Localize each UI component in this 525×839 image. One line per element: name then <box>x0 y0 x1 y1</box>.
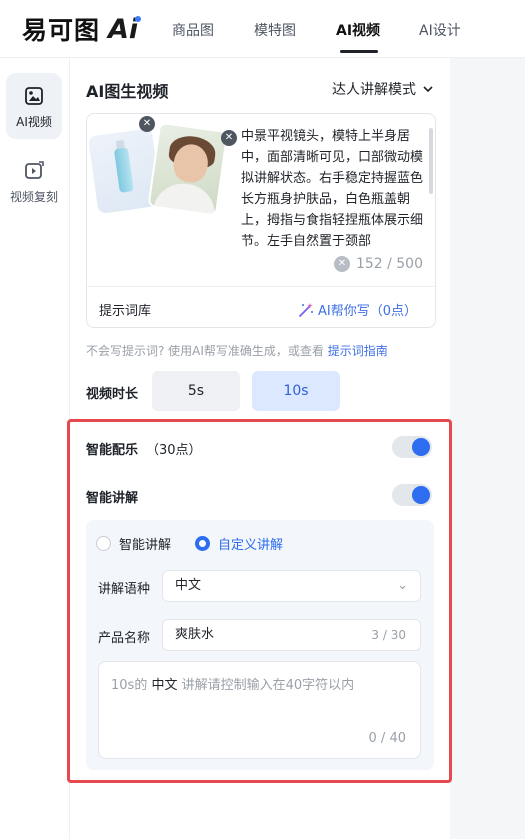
top-navbar: 易可图 Ai 商品图 模特图 AI视频 AI设计 <box>0 0 525 58</box>
chevron-down-icon <box>423 86 433 93</box>
nav-tab-ai-video[interactable]: AI视频 <box>336 20 380 40</box>
counter-text: 152 / 500 <box>355 256 423 272</box>
sidebar-item-label: AI视频 <box>16 115 52 129</box>
nav-tab-model-image[interactable]: 模特图 <box>254 20 296 40</box>
logo-text: 易可图 <box>22 16 101 45</box>
hint-text: 不会写提示词? 使用AI帮写准确生成，或查看 <box>86 344 324 358</box>
ai-write-label: AI帮你写（0点） <box>318 304 417 319</box>
prompt-hint: 不会写提示词? 使用AI帮写准确生成，或查看 提示词指南 <box>86 342 388 359</box>
prompt-guide-link[interactable]: 提示词指南 <box>328 344 388 358</box>
highlight-frame <box>67 419 452 783</box>
preview-area <box>450 58 525 839</box>
mode-value: 达人讲解模式 <box>332 82 416 98</box>
remove-product-icon[interactable]: ✕ <box>139 116 155 132</box>
duration-5s-button[interactable]: 5s <box>152 371 240 411</box>
nav-tab-ai-design[interactable]: AI设计 <box>419 20 461 40</box>
prompt-scrollbar[interactable] <box>429 128 433 194</box>
sidebar-item-ai-video[interactable]: AI视频 <box>6 73 62 139</box>
prompt-library-link[interactable]: 提示词库 <box>99 300 151 319</box>
prompt-textarea[interactable]: 中景平视镜头，模特上半身居中，面部清晰可见，口部微动模拟讲解状态。右手稳定持握蓝… <box>241 126 427 252</box>
duration-10s-button[interactable]: 10s <box>252 371 340 411</box>
clear-icon[interactable]: ✕ <box>333 256 350 272</box>
divider <box>87 286 435 287</box>
remove-model-icon[interactable]: ✕ <box>221 130 237 146</box>
video-copy-icon <box>25 161 44 179</box>
logo[interactable]: 易可图 Ai <box>22 13 142 45</box>
sidebar-item-label: 视频复刻 <box>9 190 58 204</box>
sidebar-item-video-copy[interactable]: 视频复刻 <box>6 148 62 214</box>
bottle <box>113 147 134 193</box>
nav-tab-product-image[interactable]: 商品图 <box>172 20 214 40</box>
logo-ai-mark: Ai <box>108 13 142 45</box>
model-shoulder <box>151 179 219 217</box>
magic-wand-icon <box>299 302 313 317</box>
ai-write-button[interactable]: AI帮你写（0点） <box>298 300 417 319</box>
model-thumbnail[interactable] <box>147 121 229 217</box>
image-video-icon <box>25 87 43 105</box>
sidebar: AI视频 视频复刻 <box>0 58 70 839</box>
active-tab-indicator <box>340 50 378 53</box>
prompt-box: ✕ ✕ 中景平视镜头，模特上半身居中，面部清晰可见，口部微动模拟讲解状态。右手稳… <box>86 113 436 328</box>
panel-title: AI图生视频 <box>86 82 169 101</box>
duration-label: 视频时长 <box>86 387 139 402</box>
mode-dropdown[interactable]: 达人讲解模式 <box>332 79 434 99</box>
prompt-counter: ✕ 152 / 500 <box>333 256 423 272</box>
